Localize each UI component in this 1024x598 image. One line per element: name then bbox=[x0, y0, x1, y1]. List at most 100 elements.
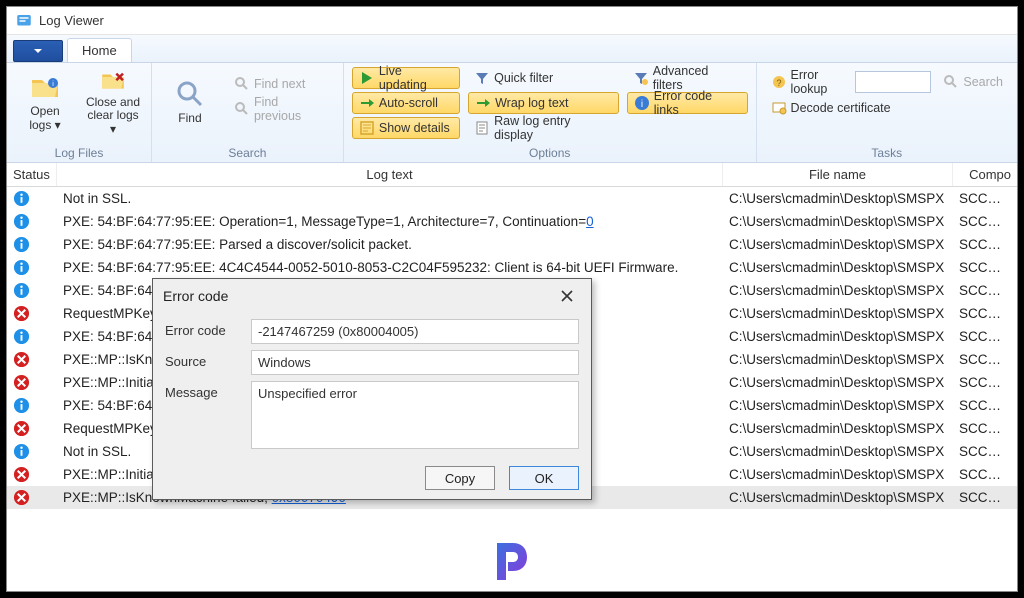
log-text-cell: PXE: 54:BF:64:77:95:EE: Parsed a discove… bbox=[57, 237, 723, 252]
error-icon bbox=[13, 305, 30, 322]
table-row[interactable]: PXE: 54:BF:64:77:95:EE: Operation=1, Mes… bbox=[7, 210, 1017, 233]
file-menu-button[interactable] bbox=[13, 40, 63, 62]
error-lookup-input[interactable] bbox=[855, 71, 931, 93]
component-cell: SCCMPXE bbox=[953, 283, 1017, 298]
file-name-cell: C:\Users\cmadmin\Desktop\SMSPX bbox=[723, 444, 953, 459]
titlebar: Log Viewer bbox=[7, 7, 1017, 35]
filter-adv-icon bbox=[633, 70, 649, 86]
find-next-button[interactable]: Find next bbox=[228, 73, 335, 95]
component-cell: SCCMPXE bbox=[953, 260, 1017, 275]
col-log-text[interactable]: Log text bbox=[57, 163, 723, 186]
component-cell: SCCMPXE bbox=[953, 444, 1017, 459]
magnifier-small-icon bbox=[234, 76, 250, 92]
status-info bbox=[7, 443, 57, 460]
value-message: Unspecified error bbox=[251, 381, 579, 449]
ribbon: i Open logs ▾ Close and clear logs ▾ Log… bbox=[7, 63, 1017, 163]
status-info bbox=[7, 328, 57, 345]
component-cell: SCCMPXE bbox=[953, 490, 1017, 505]
file-name-cell: C:\Users\cmadmin\Desktop\SMSPX bbox=[723, 329, 953, 344]
col-status[interactable]: Status bbox=[7, 163, 57, 186]
info-icon bbox=[13, 236, 30, 253]
file-name-cell: C:\Users\cmadmin\Desktop\SMSPX bbox=[723, 214, 953, 229]
component-cell: SCCMPXE bbox=[953, 352, 1017, 367]
error-lookup-button[interactable]: ? Error lookup bbox=[765, 71, 850, 93]
table-row[interactable]: Not in SSL.C:\Users\cmadmin\Desktop\SMSP… bbox=[7, 187, 1017, 210]
log-text-cell: Not in SSL. bbox=[57, 191, 723, 206]
component-cell: SCCMPXE bbox=[953, 467, 1017, 482]
svg-text:?: ? bbox=[776, 78, 781, 88]
info-icon bbox=[13, 328, 30, 345]
status-error bbox=[7, 466, 57, 483]
tab-home[interactable]: Home bbox=[67, 38, 132, 62]
component-cell: SCCMPXE bbox=[953, 237, 1017, 252]
status-error bbox=[7, 374, 57, 391]
tasks-search-button[interactable]: Search bbox=[937, 71, 1009, 93]
raw-log-button[interactable]: Raw log entry display bbox=[468, 117, 619, 139]
error-code-links-toggle[interactable]: i Error code links bbox=[627, 92, 748, 114]
label-error-code: Error code bbox=[165, 319, 245, 344]
info-icon: i bbox=[634, 95, 650, 111]
details-icon bbox=[359, 120, 375, 136]
copy-button[interactable]: Copy bbox=[425, 466, 495, 490]
status-info bbox=[7, 236, 57, 253]
col-component[interactable]: Compo bbox=[953, 163, 1017, 186]
certificate-icon bbox=[771, 100, 787, 116]
info-icon bbox=[13, 443, 30, 460]
log-text-cell: PXE: 54:BF:64:77:95:EE: Operation=1, Mes… bbox=[57, 214, 723, 229]
error-lookup-icon: ? bbox=[771, 74, 787, 90]
decode-certificate-button[interactable]: Decode certificate bbox=[765, 97, 897, 119]
file-name-cell: C:\Users\cmadmin\Desktop\SMSPX bbox=[723, 490, 953, 505]
status-info bbox=[7, 190, 57, 207]
col-file-name[interactable]: File name bbox=[723, 163, 953, 186]
info-icon bbox=[13, 282, 30, 299]
file-name-cell: C:\Users\cmadmin\Desktop\SMSPX bbox=[723, 260, 953, 275]
ribbon-group-options: Live updating Auto-scroll Show details Q… bbox=[344, 63, 757, 162]
find-button[interactable]: Find bbox=[160, 67, 220, 137]
ok-button[interactable]: OK bbox=[509, 466, 579, 490]
open-logs-button[interactable]: i Open logs ▾ bbox=[15, 67, 75, 137]
magnifier-small-icon bbox=[943, 74, 959, 90]
status-error bbox=[7, 305, 57, 322]
magnifier-icon bbox=[174, 78, 206, 110]
quick-filter-button[interactable]: Quick filter bbox=[468, 67, 619, 89]
live-updating-toggle[interactable]: Live updating bbox=[352, 67, 460, 89]
wrap-icon bbox=[475, 95, 491, 111]
advanced-filters-button[interactable]: Advanced filters bbox=[627, 67, 748, 89]
ribbon-group-search: Find Find next Find previous Search bbox=[152, 63, 344, 162]
component-cell: SCCMPXE bbox=[953, 375, 1017, 390]
app-icon bbox=[15, 12, 33, 30]
log-text-cell: PXE: 54:BF:64:77:95:EE: 4C4C4544-0052-50… bbox=[57, 260, 723, 275]
error-code-dialog: Error code Error code -2147467259 (0x800… bbox=[152, 278, 592, 500]
table-row[interactable]: PXE: 54:BF:64:77:95:EE: 4C4C4544-0052-50… bbox=[7, 256, 1017, 279]
dialog-title: Error code bbox=[163, 288, 228, 304]
component-cell: SCCMPXE bbox=[953, 306, 1017, 321]
table-row[interactable]: PXE: 54:BF:64:77:95:EE: Parsed a discove… bbox=[7, 233, 1017, 256]
info-icon bbox=[13, 397, 30, 414]
error-code-link[interactable]: 0 bbox=[586, 214, 594, 229]
play-icon bbox=[359, 70, 375, 86]
info-icon bbox=[13, 213, 30, 230]
group-label-log-files: Log Files bbox=[15, 144, 143, 160]
wrap-log-text-toggle[interactable]: Wrap log text bbox=[468, 92, 619, 114]
close-clear-logs-button[interactable]: Close and clear logs ▾ bbox=[83, 67, 143, 137]
file-name-cell: C:\Users\cmadmin\Desktop\SMSPX bbox=[723, 398, 953, 413]
folder-open-icon: i bbox=[29, 71, 61, 103]
auto-scroll-toggle[interactable]: Auto-scroll bbox=[352, 92, 460, 114]
value-source: Windows bbox=[251, 350, 579, 375]
label-message: Message bbox=[165, 381, 245, 449]
group-label-options: Options bbox=[352, 144, 748, 160]
info-icon bbox=[13, 190, 30, 207]
file-name-cell: C:\Users\cmadmin\Desktop\SMSPX bbox=[723, 467, 953, 482]
component-cell: SCCMPXE bbox=[953, 214, 1017, 229]
status-error bbox=[7, 351, 57, 368]
find-previous-button[interactable]: Find previous bbox=[228, 98, 335, 120]
group-label-search: Search bbox=[160, 144, 335, 160]
error-icon bbox=[13, 489, 30, 506]
show-details-toggle[interactable]: Show details bbox=[352, 117, 460, 139]
dialog-close-button[interactable] bbox=[553, 284, 581, 308]
file-name-cell: C:\Users\cmadmin\Desktop\SMSPX bbox=[723, 306, 953, 321]
component-cell: SCCMPXE bbox=[953, 421, 1017, 436]
error-icon bbox=[13, 420, 30, 437]
file-name-cell: C:\Users\cmadmin\Desktop\SMSPX bbox=[723, 352, 953, 367]
arrow-right-icon bbox=[359, 95, 375, 111]
